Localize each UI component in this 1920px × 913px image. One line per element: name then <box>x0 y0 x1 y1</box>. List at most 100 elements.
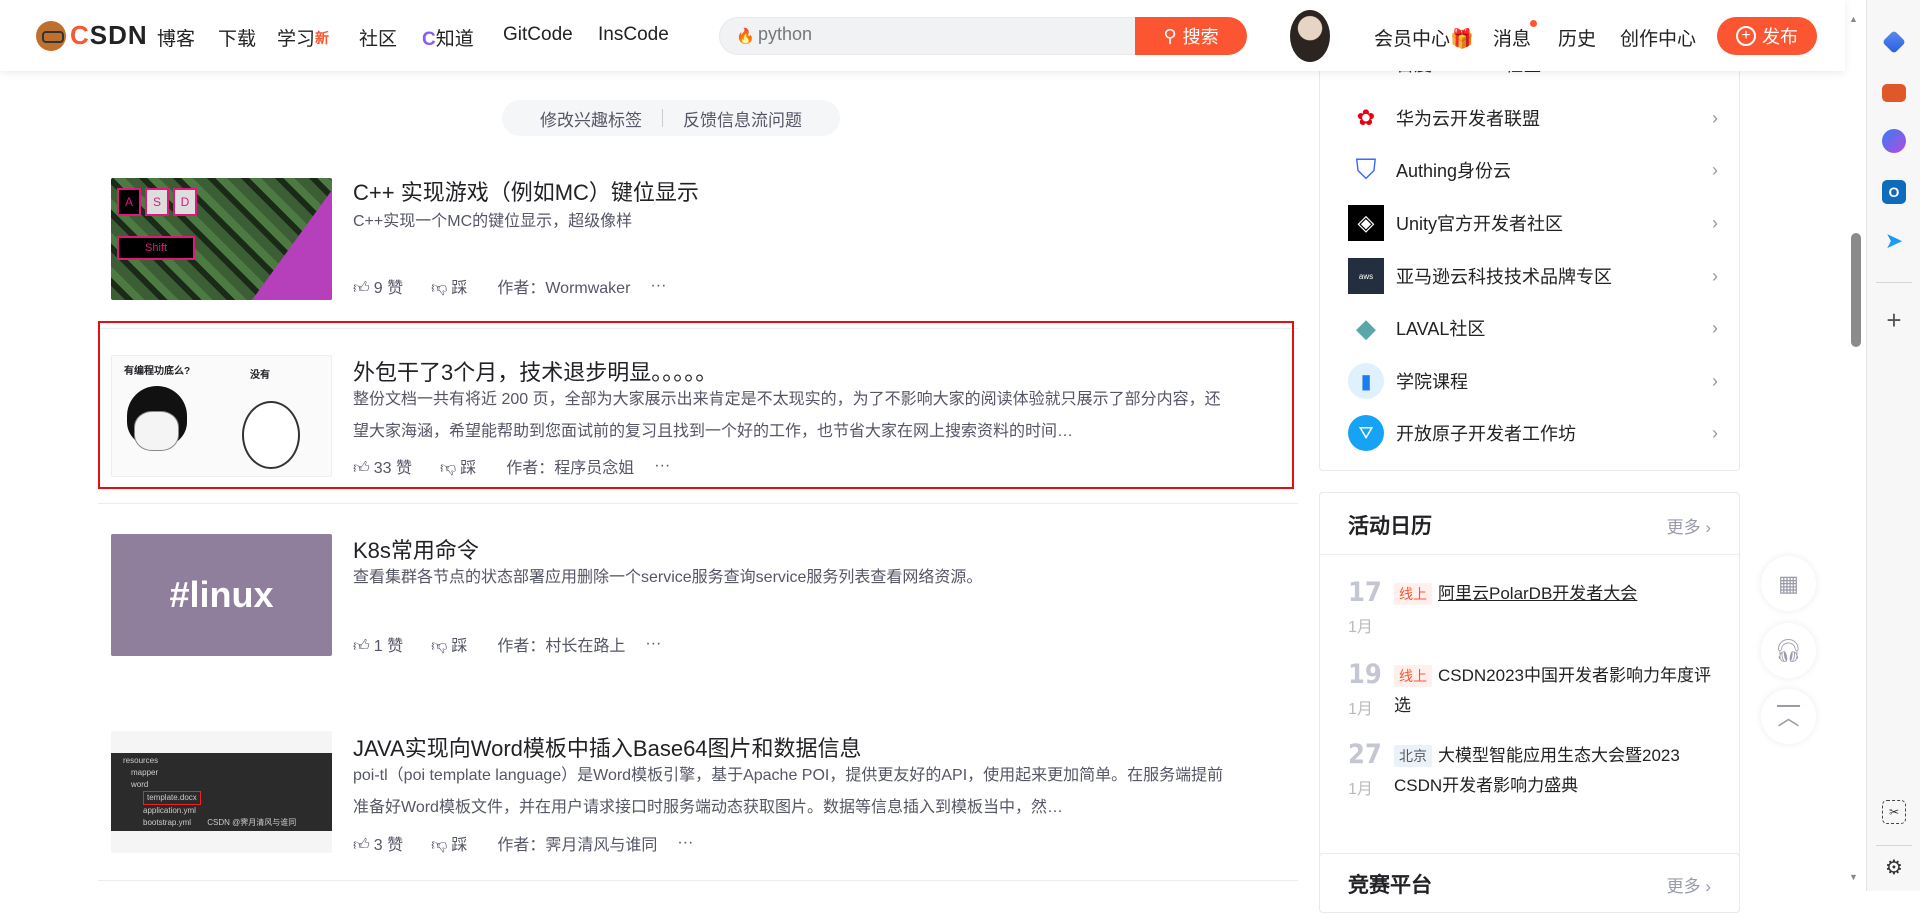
toolbox-icon[interactable] <box>1882 84 1906 102</box>
like-button[interactable]: 👍︎ 33 赞 <box>353 454 412 478</box>
nav-messages[interactable]: 消息 <box>1493 24 1531 51</box>
thumbs-down-icon: 👎︎ <box>431 638 448 655</box>
copilot-icon[interactable] <box>1882 129 1906 153</box>
activity-calendar-card: 活动日历 更多 › 17 1月 线上 阿里云PolarDB开发者大会 19 1月 线上 CS… <box>1319 492 1740 889</box>
like-button[interactable]: 👍︎ 3 赞 <box>353 831 403 855</box>
more-options-icon[interactable]: ··· <box>677 834 693 852</box>
community-item[interactable]: ⛛ 开放原子开发者工作坊 › <box>1348 413 1718 453</box>
community-item[interactable]: aws 亚马逊云科技技术品牌专区 › <box>1348 256 1718 296</box>
nav-inscode[interactable]: InsCode <box>598 24 669 46</box>
dislike-button[interactable]: 👎︎ 踩 <box>431 632 467 656</box>
dislike-button[interactable]: 👎︎ 踩 <box>431 831 467 855</box>
article-title[interactable]: 外包干了3个月，技术退步明显。。。。。 <box>353 355 717 387</box>
book-icon: ▮ <box>1348 363 1384 399</box>
article-meta: 👍︎ 3 赞 👎︎ 踩 作者：霁月清风与谁同 ··· <box>353 831 693 855</box>
headset-icon: 🎧︎ <box>1774 637 1803 663</box>
chevron-right-icon: › <box>1712 159 1718 180</box>
feedback-link[interactable]: 反馈信息流问题 <box>663 106 822 131</box>
community-item[interactable]: ⛉ Authing身份云 › <box>1348 150 1718 190</box>
dislike-button[interactable]: 👎︎ 踩 <box>431 274 467 298</box>
feed-filter-bar: 修改兴趣标签 反馈信息流问题 <box>502 100 840 136</box>
like-button[interactable]: 👍︎ 9 赞 <box>353 274 403 298</box>
user-avatar[interactable] <box>1290 10 1330 62</box>
event-tag: 线上 <box>1394 583 1432 605</box>
qr-code-button[interactable]: ▦ <box>1761 556 1816 611</box>
scroll-up-icon[interactable]: ▲ <box>1849 14 1858 24</box>
search-box: 🔥 ⚲搜索 <box>719 17 1247 55</box>
article-description: 整份文档一共有将近 200 页，全部为大家展示出来肯定是不太现实的，为了不影响大… <box>353 391 1221 440</box>
edit-interest-tags-link[interactable]: 修改兴趣标签 <box>520 106 662 131</box>
publish-button[interactable]: + 发布 <box>1717 17 1817 55</box>
nav-download[interactable]: 下载 <box>218 24 256 51</box>
chevron-right-icon: › <box>1712 265 1718 286</box>
article-thumbnail[interactable]: A S D Shift <box>111 178 332 300</box>
outlook-icon[interactable]: O <box>1882 180 1906 204</box>
add-icon[interactable]: + <box>1882 307 1906 333</box>
nav-history[interactable]: 历史 <box>1558 24 1596 51</box>
more-options-icon[interactable]: ··· <box>645 635 661 653</box>
nav-creation-center[interactable]: 创作中心 <box>1620 24 1696 51</box>
article-author[interactable]: 作者：霁月清风与谁同 <box>497 831 657 855</box>
scroll-down-icon[interactable]: ▼ <box>1849 872 1858 882</box>
more-options-icon[interactable]: ··· <box>654 457 670 475</box>
dislike-button[interactable]: 👎︎ 踩 <box>440 454 476 478</box>
nav-zhidao[interactable]: C知道 <box>422 24 474 51</box>
article-author[interactable]: 作者：程序员念姐 <box>506 454 634 478</box>
chevron-right-icon: › <box>1712 107 1718 128</box>
search-tag-icon[interactable] <box>1882 30 1906 54</box>
csdn-mascot-icon <box>36 20 66 51</box>
calendar-title: 活动日历 <box>1348 515 1432 538</box>
send-icon[interactable]: ➤ <box>1882 229 1906 253</box>
nav-gitcode[interactable]: GitCode <box>503 24 573 46</box>
unity-icon: ◈ <box>1348 205 1384 241</box>
nav-blog[interactable]: 博客 <box>157 24 195 51</box>
community-item[interactable]: ◆ LAVAL社区 › <box>1348 308 1718 348</box>
community-card: 飞桨百度AI Studio社区› ✿华为云开发者联盟› ⛉Authing身份云›… <box>1319 40 1740 471</box>
article-title[interactable]: K8s常用命令 <box>353 533 479 565</box>
laval-icon: ◆ <box>1356 312 1376 343</box>
chevron-right-icon: › <box>1712 317 1718 338</box>
amazon-cloud-icon: aws <box>1348 258 1384 294</box>
article-thumbnail[interactable]: #linux <box>111 534 332 656</box>
chevron-right-icon: › <box>1712 212 1718 233</box>
csdn-logo[interactable]: CSDN <box>36 20 148 51</box>
event-tag: 北京 <box>1394 745 1432 767</box>
customer-service-button[interactable]: 🎧︎ <box>1761 623 1816 678</box>
plus-circle-icon: + <box>1736 26 1756 46</box>
article-thumbnail[interactable]: resources mapper word template.docx appl… <box>111 731 332 853</box>
contest-more-link[interactable]: 更多 › <box>1667 872 1711 897</box>
gift-icon: 🎁 <box>1450 29 1474 50</box>
settings-gear-icon[interactable]: ⚙ <box>1882 856 1906 880</box>
search-icon: ⚲ <box>1163 25 1177 46</box>
nav-member-center[interactable]: 会员中心🎁 <box>1374 24 1474 51</box>
back-to-top-button[interactable]: ︿ <box>1761 689 1816 744</box>
article-author[interactable]: 作者：Wormwaker <box>497 274 630 298</box>
article-author[interactable]: 作者：村长在路上 <box>497 632 625 656</box>
authing-shield-icon: ⛉ <box>1355 153 1377 185</box>
scrollbar-thumb[interactable] <box>1851 233 1861 347</box>
thumbs-up-icon: 👍︎ <box>353 837 370 854</box>
community-item[interactable]: ▮ 学院课程 › <box>1348 361 1718 401</box>
article-meta: 👍︎ 9 赞 👎︎ 踩 作者：Wormwaker ··· <box>353 274 666 298</box>
search-input[interactable] <box>758 24 1118 45</box>
thumbs-up-icon: 👍︎ <box>353 280 370 297</box>
screenshot-icon[interactable]: ✂ <box>1882 800 1906 824</box>
page-scrollbar[interactable]: ▲ ▼ <box>1845 0 1862 891</box>
article-thumbnail[interactable]: 有编程功底么? 没有 <box>111 355 332 477</box>
article-title[interactable]: JAVA实现向Word模板中插入Base64图片和数据信息 <box>353 731 862 763</box>
article-description: poi-tl（poi template language）是Word模板引擎，基… <box>353 767 1224 816</box>
nav-learn[interactable]: 学习 <box>277 24 315 51</box>
thumbs-down-icon: 👎︎ <box>431 280 448 297</box>
article-title[interactable]: C++ 实现游戏（例如MC）键位显示 <box>353 175 699 207</box>
like-button[interactable]: 👍︎ 1 赞 <box>353 632 403 656</box>
browser-sidebar: O ➤ + ✂ ⚙ <box>1866 0 1920 891</box>
calendar-more-link[interactable]: 更多 › <box>1667 513 1711 538</box>
more-options-icon[interactable]: ··· <box>650 277 666 295</box>
chevron-right-icon: › <box>1712 370 1718 391</box>
nav-community[interactable]: 社区 <box>359 24 397 51</box>
thumbs-up-icon: 👍︎ <box>353 460 370 477</box>
community-item[interactable]: ◈ Unity官方开发者社区 › <box>1348 203 1718 243</box>
fire-icon: 🔥 <box>736 28 755 45</box>
search-button[interactable]: ⚲ 搜索 <box>1135 17 1247 55</box>
community-item[interactable]: ✿ 华为云开发者联盟 › <box>1348 98 1718 138</box>
